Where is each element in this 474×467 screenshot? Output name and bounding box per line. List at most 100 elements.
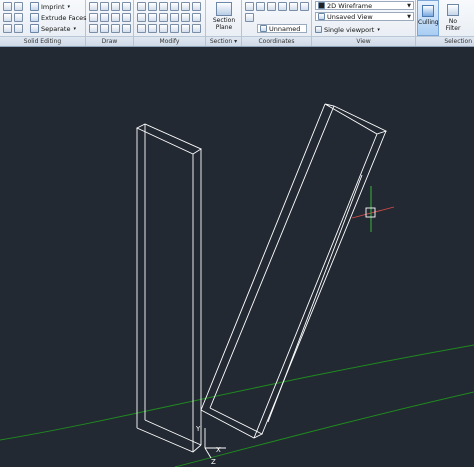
- circle-icon[interactable]: [111, 13, 120, 22]
- extend-icon[interactable]: [170, 13, 179, 22]
- ucs-name-value: Unnamed: [269, 24, 301, 33]
- ucs-tools: [245, 2, 309, 11]
- section-plane-label-2: Plane: [215, 24, 233, 31]
- culling-icon: [422, 5, 434, 17]
- solid-editing-title[interactable]: Solid Editing: [0, 36, 85, 46]
- section-title-label: Section: [209, 38, 233, 45]
- extrude-faces-button[interactable]: Extrude Faces ▾: [30, 12, 92, 23]
- ucs-icon[interactable]: [245, 2, 254, 11]
- section-plane-button[interactable]: Section Plane: [210, 2, 238, 31]
- viewport-icon: [315, 26, 322, 33]
- union-icon[interactable]: [3, 2, 12, 11]
- scale-icon[interactable]: [148, 13, 157, 22]
- copy-icon[interactable]: [137, 13, 146, 22]
- ucs-origin-icon[interactable]: [245, 13, 254, 22]
- ucs-y-icon[interactable]: [278, 2, 287, 11]
- ucs-tools-2: [245, 13, 254, 22]
- selection-title[interactable]: Selection: [416, 36, 474, 46]
- subtract-icon[interactable]: [14, 2, 23, 11]
- extrude-faces-icon: [30, 13, 39, 22]
- separate-icon: [30, 24, 39, 33]
- section-plane-label-1: Section: [212, 17, 236, 24]
- region-icon[interactable]: [100, 24, 109, 33]
- draw-title[interactable]: Draw: [86, 36, 133, 46]
- modify-tools: [137, 2, 201, 33]
- ucs-name-dropdown[interactable]: Unnamed: [257, 24, 307, 33]
- intersect-icon[interactable]: [3, 13, 12, 22]
- ucs-z-icon[interactable]: [289, 2, 298, 11]
- section-title[interactable]: Section ▾: [206, 36, 241, 46]
- visual-style-value: 2D Wireframe: [327, 1, 373, 10]
- filter-icon: [447, 4, 459, 16]
- drawing-viewport[interactable]: X Y Z: [0, 47, 474, 467]
- interfere-icon[interactable]: [3, 24, 12, 33]
- modify-title[interactable]: Modify: [134, 36, 205, 46]
- 3d-move-icon[interactable]: [170, 2, 179, 11]
- point-icon[interactable]: [122, 24, 131, 33]
- polyline-icon[interactable]: [89, 2, 98, 11]
- 3d-rotate-icon[interactable]: [181, 2, 190, 11]
- ground-curve-upper: [0, 344, 474, 441]
- chevron-down-icon: ▾: [234, 38, 238, 45]
- move-icon[interactable]: [137, 2, 146, 11]
- chamfer-icon[interactable]: [192, 13, 201, 22]
- visual-style-dropdown[interactable]: 2D Wireframe ▼: [315, 1, 414, 10]
- coordinates-title[interactable]: Coordinates: [242, 36, 311, 46]
- imprint-label: Imprint: [41, 2, 65, 11]
- trim-icon[interactable]: [159, 13, 168, 22]
- filter-button[interactable]: No Filter: [441, 0, 465, 36]
- draw-panel: Draw: [86, 0, 134, 46]
- imprint-button[interactable]: Imprint ▾: [30, 1, 70, 12]
- named-view-dropdown[interactable]: Unsaved View ▼: [315, 12, 414, 21]
- ucs-x-icon[interactable]: [267, 2, 276, 11]
- visual-style-icon: [318, 2, 325, 9]
- rectangle-icon[interactable]: [122, 2, 131, 11]
- solid-editing-panel: Imprint ▾ Extrude Faces ▾ Separate ▾ Sol…: [0, 0, 92, 46]
- ucs-named-icon: [260, 25, 267, 32]
- stretch-icon[interactable]: [181, 24, 190, 33]
- align-icon[interactable]: [159, 2, 168, 11]
- crosshair-cursor-icon: [351, 186, 395, 232]
- ribbon: Imprint ▾ Extrude Faces ▾ Separate ▾ Sol…: [0, 0, 474, 47]
- named-view-value: Unsaved View: [327, 12, 373, 21]
- separate-button[interactable]: Separate ▾: [30, 23, 76, 34]
- view-title[interactable]: View: [312, 36, 415, 46]
- mirror-icon[interactable]: [192, 2, 201, 11]
- offset-icon[interactable]: [148, 24, 157, 33]
- solid-editing-tools: [3, 2, 23, 33]
- ellipse-icon[interactable]: [122, 13, 131, 22]
- chevron-down-icon: ▼: [407, 13, 411, 20]
- inclined-panel-wireframe: [200, 103, 388, 439]
- section-panel: Section Plane Section ▾: [206, 0, 242, 46]
- slice-icon[interactable]: [14, 13, 23, 22]
- array-icon[interactable]: [137, 24, 146, 33]
- ucs-world-icon[interactable]: [256, 2, 265, 11]
- culling-button[interactable]: Culling: [417, 0, 439, 36]
- view-panel: 2D Wireframe ▼ Unsaved View ▼ Single vie…: [312, 0, 416, 46]
- filter-label: No Filter: [445, 18, 461, 32]
- section-plane-icon: [216, 2, 232, 16]
- arc-icon[interactable]: [111, 2, 120, 11]
- erase-icon[interactable]: [159, 24, 168, 33]
- explode-icon[interactable]: [170, 24, 179, 33]
- line-icon[interactable]: [100, 2, 109, 11]
- polygon-icon[interactable]: [89, 24, 98, 33]
- rotate-icon[interactable]: [148, 2, 157, 11]
- chevron-down-icon: ▾: [67, 3, 71, 10]
- helix-icon[interactable]: [100, 13, 109, 22]
- fillet-icon[interactable]: [181, 13, 190, 22]
- coordinates-panel: Unnamed Coordinates: [242, 0, 312, 46]
- spline-icon[interactable]: [89, 13, 98, 22]
- separate-label: Separate: [41, 24, 71, 33]
- ucs-icon: X Y Z: [195, 425, 226, 466]
- ucs-face-icon[interactable]: [300, 2, 309, 11]
- join-icon[interactable]: [192, 24, 201, 33]
- viewport-config-button[interactable]: Single viewport ▾: [315, 24, 380, 35]
- hatch-icon[interactable]: [111, 24, 120, 33]
- chevron-down-icon: ▾: [377, 26, 380, 33]
- selection-panel: Culling No Filter Selection: [416, 0, 474, 46]
- ucs-axis-y-label: Y: [195, 425, 201, 433]
- shell-icon[interactable]: [14, 24, 23, 33]
- viewport-config-label: Single viewport: [324, 25, 375, 34]
- imprint-icon: [30, 2, 39, 11]
